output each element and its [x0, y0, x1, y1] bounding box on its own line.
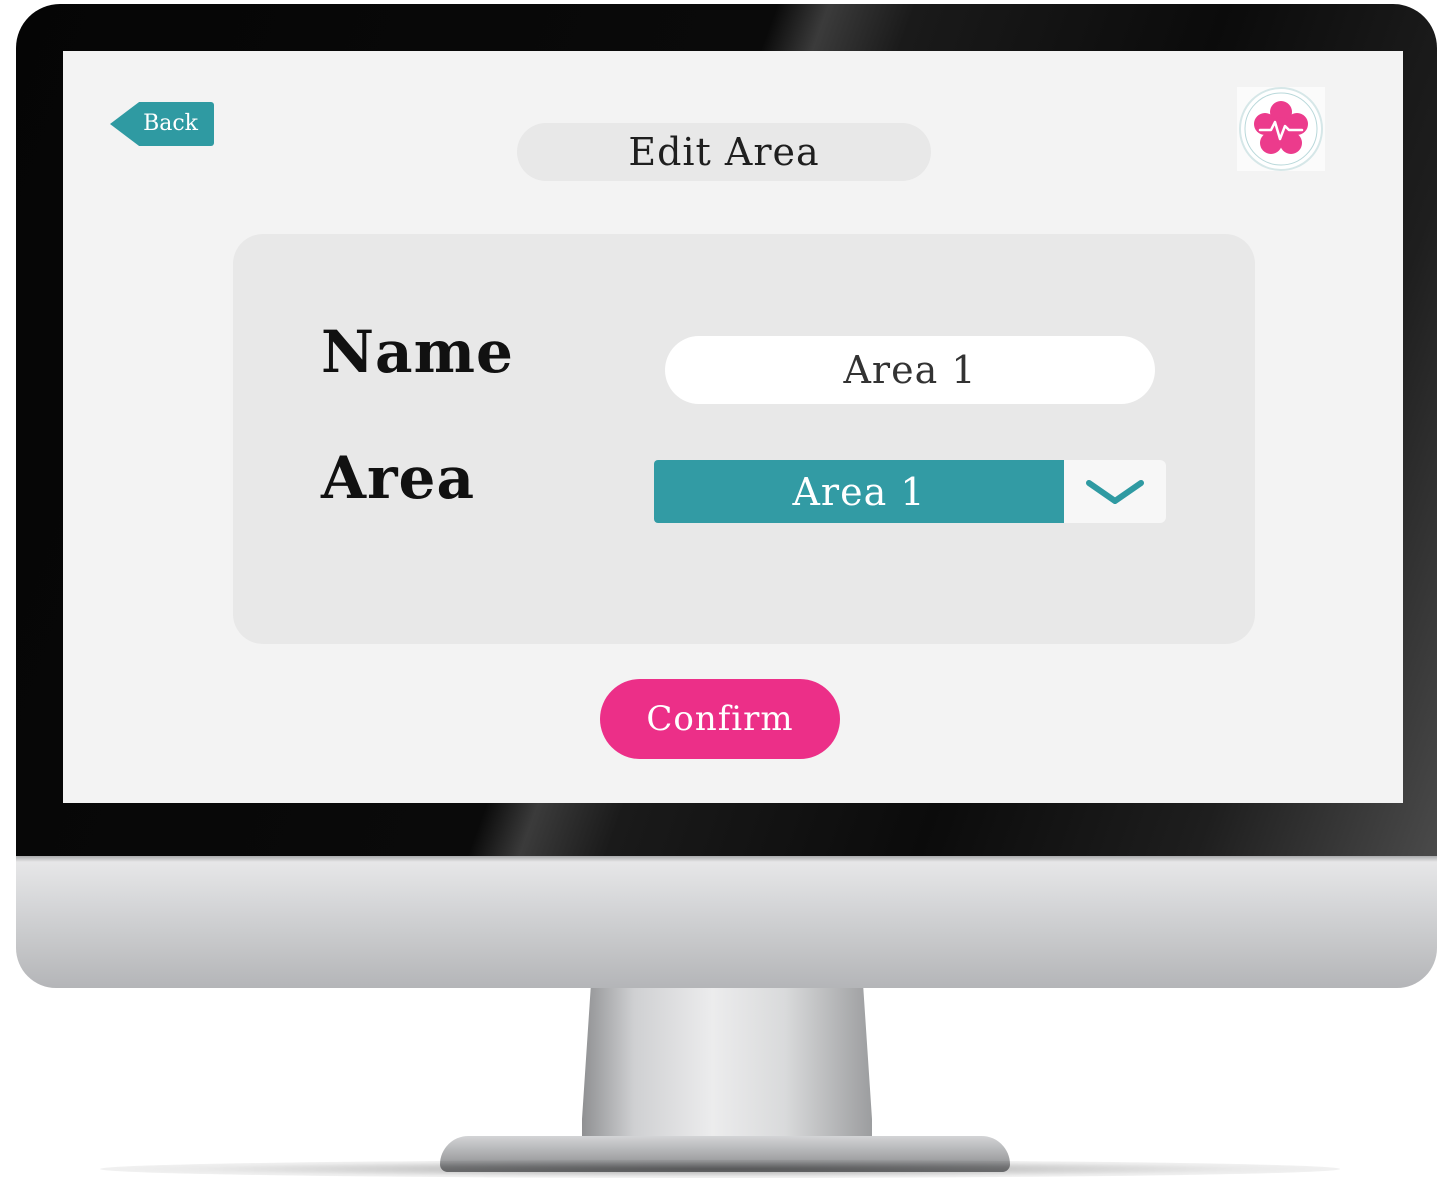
- monitor-stand-neck: [582, 988, 872, 1156]
- dropdown-toggle[interactable]: [1064, 460, 1166, 523]
- app-logo: [1237, 87, 1325, 171]
- monitor-mockup: Back Edit Area Name Area 1 Area Area 1 C…: [0, 0, 1437, 1181]
- monitor-shadow: [100, 1160, 1340, 1178]
- page-title-container: Edit Area: [517, 123, 931, 181]
- confirm-button[interactable]: Confirm: [600, 679, 840, 759]
- back-button[interactable]: Back: [110, 102, 214, 146]
- app-screen: Back Edit Area Name Area 1 Area Area 1 C…: [63, 51, 1403, 803]
- chevron-down-icon: [1086, 479, 1144, 504]
- area-dropdown-value[interactable]: Area 1: [654, 460, 1064, 523]
- edit-area-panel: Name Area 1 Area Area 1: [233, 234, 1255, 644]
- monitor-chin: [16, 856, 1437, 988]
- page-title: Edit Area: [628, 130, 820, 174]
- area-dropdown[interactable]: Area 1: [654, 460, 1166, 523]
- name-input[interactable]: Area 1: [665, 336, 1155, 404]
- name-label: Name: [321, 318, 514, 386]
- area-label: Area: [321, 444, 476, 512]
- medical-star-icon: [1239, 87, 1323, 171]
